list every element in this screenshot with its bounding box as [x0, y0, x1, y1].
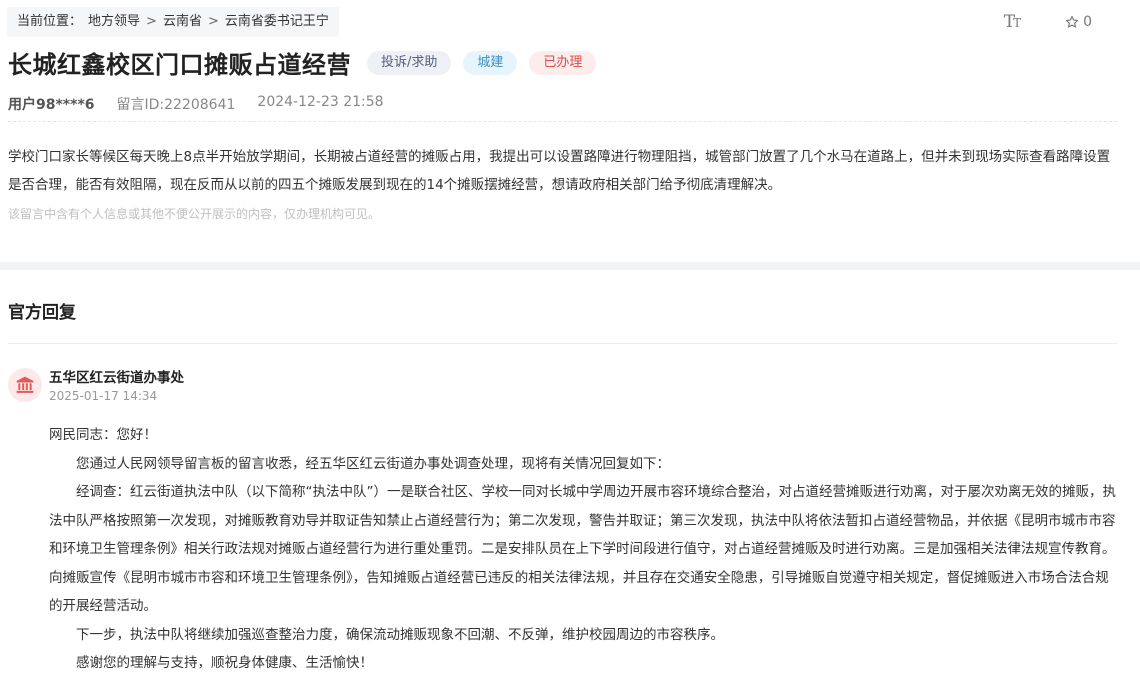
- breadcrumb: 当前位置： 地方领导 > 云南省 > 云南省委书记王宁: [7, 7, 339, 37]
- reply-paragraph: 您通过人民网领导留言板的留言收悉，经五华区红云街道办事处调查处理，现将有关情况回…: [76, 455, 670, 472]
- message-id: 留言ID:22208641: [116, 97, 236, 113]
- post-content: 学校门口家长等候区每天晚上8点半开始放学期间，长期被占道经营的摊贩占用，我提出可…: [8, 149, 1111, 193]
- reply-paragraph: 下一步，执法中队将继续加强巡查整治力度，确保流动摊贩现象不回潮、不反弹，维护校园…: [76, 626, 724, 643]
- page-title: 长城红鑫校区门口摊贩占道经营: [8, 51, 351, 79]
- reply-body: 网民同志：您好！ 您通过人民网领导留言板的留言收悉，经五华区红云街道办事处调查处…: [49, 421, 1119, 674]
- reply-date: 2025-01-17 14:34: [49, 389, 158, 403]
- like-count: 0: [1083, 14, 1092, 30]
- status-badge: 已办理: [529, 50, 597, 75]
- author-name: 用户98****6: [8, 97, 95, 113]
- breadcrumb-item-yunnan[interactable]: 云南省: [163, 7, 202, 37]
- breadcrumb-item-local-leaders[interactable]: 地方领导: [88, 7, 140, 37]
- divider: [8, 343, 1117, 344]
- breadcrumb-separator: >: [207, 14, 219, 29]
- reply-org-name: 五华区红云街道办事处: [49, 370, 184, 386]
- font-size-icon[interactable]: TT: [1004, 12, 1021, 32]
- domain-tag: 城建: [463, 50, 518, 75]
- government-building-icon: [16, 376, 34, 393]
- reply-paragraph: 经调查：红云街道执法中队（以下简称“执法中队”）一是联合社区、学校一同对长城中学…: [49, 484, 1116, 614]
- reply-paragraph: 感谢您的理解与支持，顺祝身体健康、生活愉快！: [76, 655, 373, 671]
- avatar: [8, 368, 42, 402]
- breadcrumb-separator: >: [146, 14, 157, 29]
- reply-section-title: 官方回复: [8, 303, 76, 323]
- post-datetime: 2024-12-23 21:58: [257, 94, 384, 110]
- breadcrumb-prefix: 当前位置：: [17, 14, 83, 29]
- post-meta: 用户98****6 留言ID:22208641 2024-12-23 21:58: [8, 94, 384, 114]
- category-tag: 投诉/求助: [367, 50, 452, 75]
- title-row: 长城红鑫校区门口摊贩占道经营 投诉/求助 城建 已办理: [8, 45, 597, 80]
- star-icon: [1065, 15, 1079, 28]
- section-separator: [0, 262, 1140, 270]
- breadcrumb-item-party-secretary[interactable]: 云南省委书记王宁: [225, 7, 329, 37]
- post-tools: TT 0: [1004, 12, 1092, 32]
- divider: [8, 121, 1117, 122]
- reply-greeting: 网民同志：您好！: [49, 427, 157, 443]
- like-button[interactable]: 0: [1065, 14, 1092, 30]
- privacy-note: 该留言中含有个人信息或其他不便公开展示的内容，仅办理机构可见。: [8, 207, 381, 221]
